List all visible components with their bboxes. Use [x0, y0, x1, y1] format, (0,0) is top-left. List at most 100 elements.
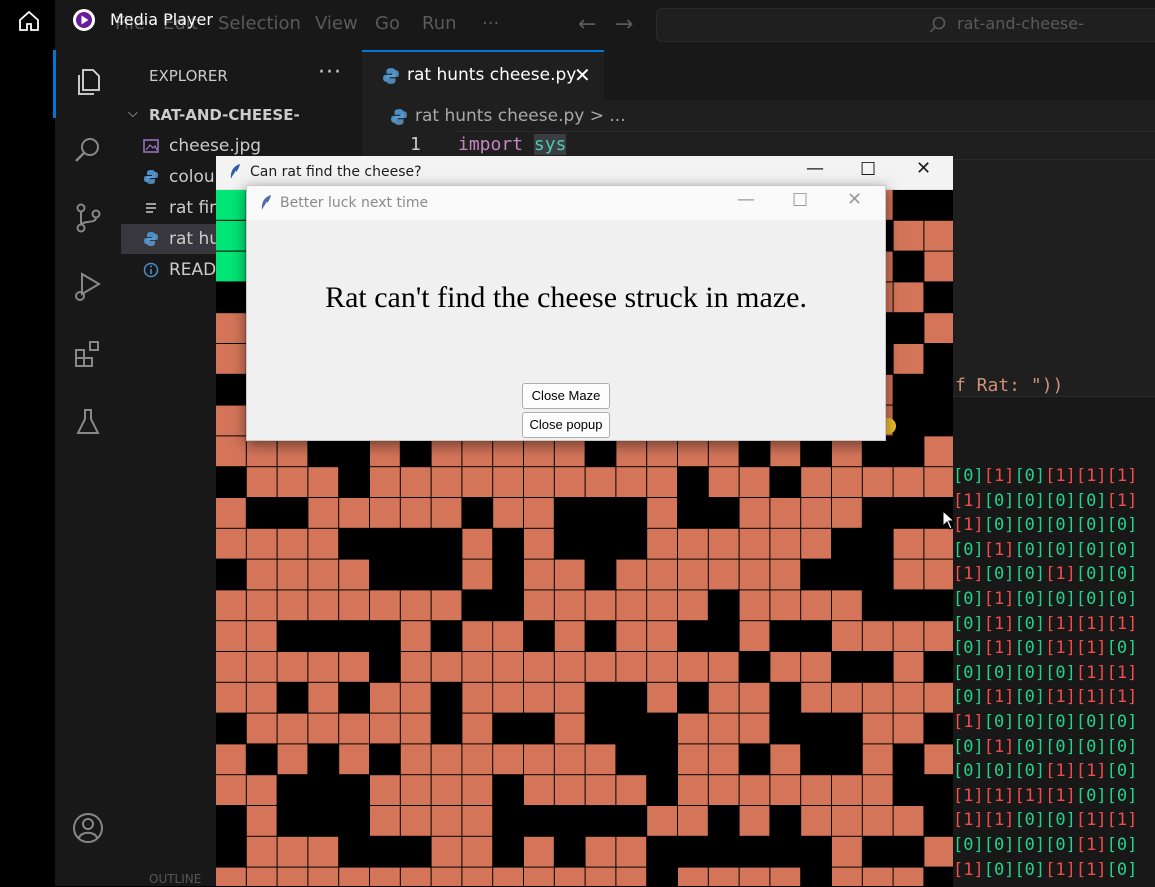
- search-text: rat-and-cheese-: [957, 14, 1084, 33]
- terminal-line: [1][0][0][1][1][0]: [953, 859, 1138, 880]
- breadcrumb[interactable]: rat hunts cheese.py > ...: [415, 106, 626, 126]
- code-line[interactable]: import sys: [458, 134, 567, 155]
- explorer-files-icon[interactable]: [72, 66, 104, 98]
- maze-cell: [246, 528, 277, 559]
- maze-cell: [216, 313, 246, 343]
- maze-cell: [554, 498, 585, 528]
- popup-window: Better luck next time — ☐ ✕ Rat can't fi…: [246, 185, 886, 441]
- forward-arrow-icon[interactable]: →: [615, 12, 633, 37]
- close-icon[interactable]: ✕: [916, 158, 931, 179]
- maze-cell: [370, 498, 400, 528]
- file-label: rat fin: [169, 198, 220, 218]
- maze-cell: [308, 775, 339, 805]
- feather-icon: [261, 195, 271, 212]
- maze-cell: [616, 775, 647, 805]
- maximize-icon[interactable]: ☐: [792, 190, 808, 211]
- maze-cell: [893, 313, 924, 343]
- menu-selection[interactable]: Selection: [218, 13, 301, 34]
- maze-cell: [893, 251, 924, 282]
- maze-cell: [339, 806, 369, 836]
- menu-more[interactable]: ···: [482, 13, 499, 34]
- chevron-down-icon[interactable]: ⌵: [128, 106, 138, 121]
- maze-cell: [246, 806, 277, 836]
- app-title: Media Player: [110, 10, 213, 29]
- maze-cell: [893, 190, 924, 220]
- maze-cell: [554, 836, 585, 867]
- terminal-line: [0][1][0][1][1][1]: [953, 466, 1138, 486]
- maze-cell: [678, 528, 708, 559]
- maze-cell: [893, 467, 924, 497]
- maze-cell: [400, 867, 431, 886]
- menu-go[interactable]: Go: [375, 13, 400, 34]
- maze-cell: [893, 344, 924, 374]
- activity-bar: [55, 50, 122, 886]
- maze-cell: [554, 590, 585, 621]
- maze-cell: [400, 652, 431, 682]
- home-icon[interactable]: [18, 10, 40, 32]
- maze-cell: [370, 590, 400, 621]
- maze-cell: [616, 467, 647, 497]
- minimize-icon[interactable]: —: [737, 189, 755, 210]
- tab-rat-hunts-cheese[interactable]: rat hunts cheese.py ✕: [362, 50, 604, 100]
- explorer-more-actions[interactable]: ···: [318, 60, 342, 85]
- close-icon[interactable]: ✕: [574, 63, 591, 87]
- command-center-search[interactable]: rat-and-cheese-: [656, 8, 1155, 42]
- code-module: sys: [533, 134, 567, 155]
- close-icon[interactable]: ✕: [847, 189, 862, 210]
- minimize-icon[interactable]: —: [806, 158, 824, 179]
- maze-cell: [801, 528, 831, 559]
- maze-cell: [339, 498, 369, 528]
- maze-cell: [770, 498, 801, 528]
- maze-cell: [678, 682, 708, 713]
- maze-cell: [739, 682, 770, 713]
- run-debug-icon[interactable]: [72, 270, 104, 302]
- maze-cell: [770, 621, 801, 651]
- maximize-icon[interactable]: ☐: [860, 159, 876, 180]
- maze-cell: [924, 528, 953, 559]
- maze-cell: [862, 836, 893, 867]
- maze-cell: [339, 621, 369, 651]
- maze-cell: [893, 559, 924, 590]
- maze-cell: [524, 867, 554, 886]
- testing-flask-icon[interactable]: [72, 406, 104, 438]
- menu-view[interactable]: View: [315, 13, 358, 34]
- maze-cell: [370, 867, 400, 886]
- maze-cell: [770, 467, 801, 497]
- folder-root[interactable]: RAT-AND-CHEESE-: [149, 106, 300, 124]
- maze-cell: [370, 744, 400, 775]
- close-popup-button[interactable]: Close popup: [522, 412, 610, 438]
- maze-cell: [277, 467, 308, 497]
- extensions-icon[interactable]: [72, 338, 104, 370]
- maze-cell: [277, 806, 308, 836]
- maze-cell: [462, 590, 493, 621]
- maze-cell: [493, 652, 523, 682]
- maze-cell: [462, 652, 493, 682]
- maze-cell: [431, 867, 462, 886]
- maze-cell: [862, 528, 893, 559]
- close-maze-button[interactable]: Close Maze: [522, 383, 610, 409]
- maze-cell: [462, 867, 493, 886]
- maze-cell: [893, 436, 924, 467]
- back-arrow-icon[interactable]: ←: [578, 12, 596, 37]
- maze-cell: [400, 498, 431, 528]
- maze-cell: [216, 713, 246, 744]
- maze-cell: [246, 559, 277, 590]
- maze-cell: [585, 559, 616, 590]
- account-icon[interactable]: [72, 812, 104, 844]
- maze-cell: [216, 682, 246, 713]
- maze-cell: [832, 621, 862, 651]
- maze-cell: [493, 590, 523, 621]
- menu-run[interactable]: Run: [422, 13, 457, 34]
- maze-cell: [216, 775, 246, 805]
- maze-cell: [708, 528, 739, 559]
- maze-cell: [431, 590, 462, 621]
- maze-cell: [493, 682, 523, 713]
- search-icon[interactable]: [72, 134, 104, 166]
- maze-cell: [862, 867, 893, 886]
- popup-titlebar[interactable]: Better luck next time — ☐ ✕: [247, 186, 885, 220]
- maze-cell: [647, 590, 677, 621]
- maze-cell: [524, 590, 554, 621]
- maze-cell: [524, 682, 554, 713]
- source-control-icon[interactable]: [72, 202, 104, 234]
- maze-cell: [370, 559, 400, 590]
